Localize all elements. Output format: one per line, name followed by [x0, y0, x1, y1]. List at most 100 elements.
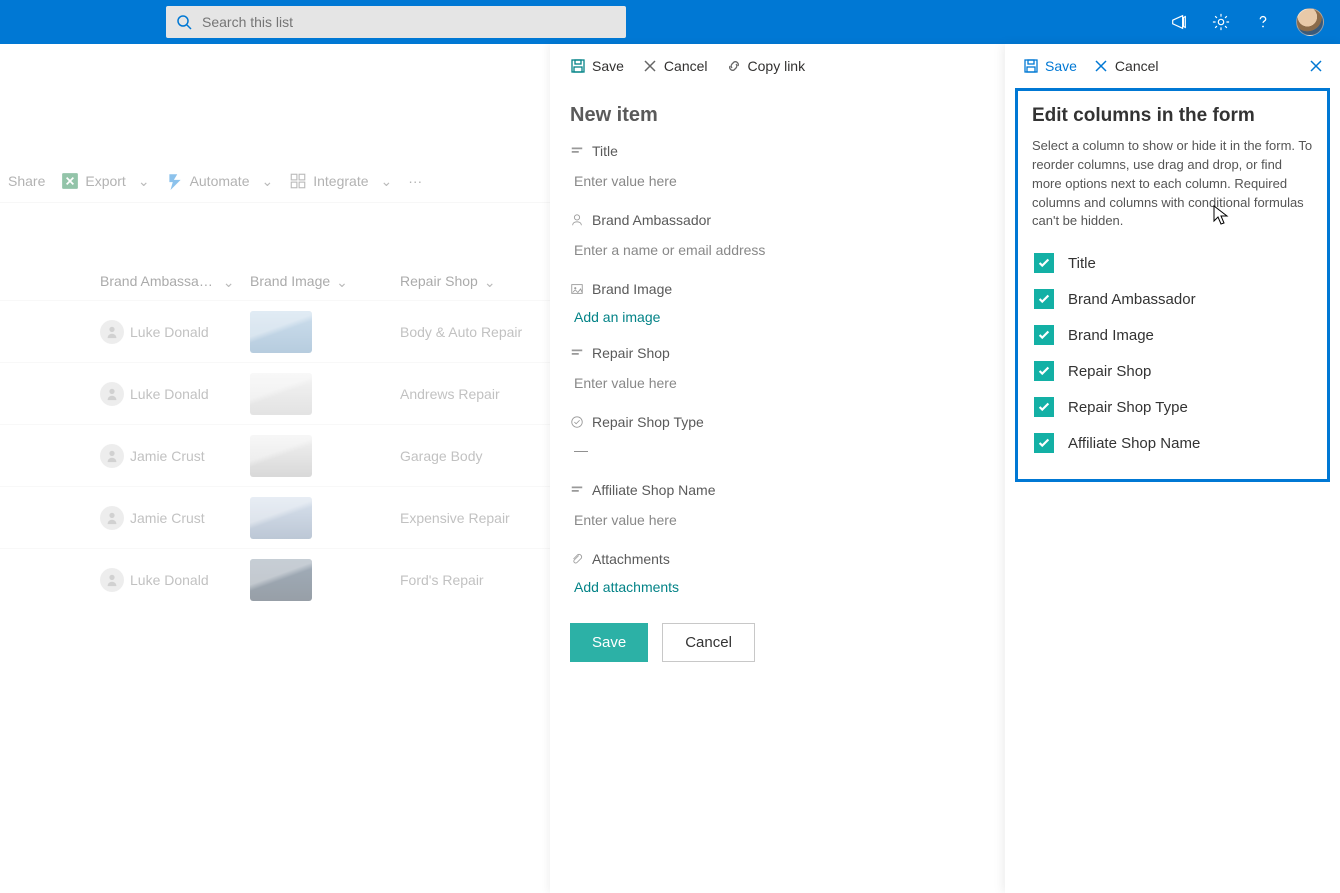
- text-icon: [570, 144, 584, 158]
- cancel-button[interactable]: Cancel: [662, 623, 755, 662]
- thumbnail: [250, 497, 312, 539]
- shop-input[interactable]: Enter value here: [570, 367, 985, 400]
- thumbnail: [250, 373, 312, 415]
- add-attachments-link[interactable]: Add attachments: [570, 573, 985, 601]
- column-name: Title: [1068, 255, 1096, 272]
- persona: Jamie Crust: [100, 506, 250, 530]
- gear-icon[interactable]: [1212, 13, 1230, 31]
- panel-title: New item: [550, 88, 1005, 133]
- column-name: Affiliate Shop Name: [1068, 435, 1200, 452]
- person-icon: [100, 568, 124, 592]
- checkbox-checked-icon[interactable]: [1034, 289, 1054, 309]
- automate-button[interactable]: Automate ⌄: [166, 172, 274, 190]
- edit-cols-heading: Edit columns in the form: [1032, 105, 1313, 127]
- column-name: Brand Image: [1068, 327, 1154, 344]
- avatar[interactable]: [1296, 8, 1324, 36]
- column-checkbox-item[interactable]: Repair Shop: [1032, 353, 1313, 389]
- edit-columns-box: Edit columns in the form Select a column…: [1015, 88, 1330, 482]
- shoptype-label: Repair Shop Type: [570, 414, 985, 430]
- col-header-image[interactable]: Brand Image⌄: [250, 273, 400, 290]
- attachments-label: Attachments: [570, 551, 985, 567]
- column-checkbox-item[interactable]: Brand Image: [1032, 317, 1313, 353]
- close-icon: [642, 58, 658, 74]
- export-button[interactable]: Export ⌄: [61, 172, 149, 190]
- cancel-button[interactable]: Cancel: [1093, 58, 1159, 74]
- megaphone-icon[interactable]: [1170, 13, 1188, 31]
- close-panel-button[interactable]: [1308, 58, 1324, 74]
- ambassador-name: Jamie Crust: [130, 510, 205, 526]
- save-button[interactable]: Save: [1023, 58, 1077, 74]
- column-name: Brand Ambassador: [1068, 291, 1196, 308]
- checkbox-checked-icon[interactable]: [1034, 433, 1054, 453]
- checkbox-checked-icon[interactable]: [1034, 361, 1054, 381]
- title-label: Title: [570, 143, 985, 159]
- persona: Jamie Crust: [100, 444, 250, 468]
- ambassador-name: Luke Donald: [130, 386, 209, 402]
- save-button[interactable]: Save: [570, 623, 648, 662]
- new-item-panel: Save Cancel Copy link New item Title Ent…: [550, 44, 1005, 893]
- persona: Luke Donald: [100, 382, 250, 406]
- text-icon: [570, 483, 584, 497]
- persona: Luke Donald: [100, 568, 250, 592]
- share-button[interactable]: Share: [8, 173, 45, 189]
- ambassador-name: Jamie Crust: [130, 448, 205, 464]
- shop-label: Repair Shop: [570, 345, 985, 361]
- col-header-ambassador[interactable]: Brand Ambassa… ⌄: [100, 273, 250, 290]
- search-input[interactable]: [202, 14, 616, 30]
- column-checkbox-item[interactable]: Repair Shop Type: [1032, 389, 1313, 425]
- column-name: Repair Shop Type: [1068, 399, 1188, 416]
- attachment-icon: [570, 552, 584, 566]
- column-checkbox-item[interactable]: Affiliate Shop Name: [1032, 425, 1313, 461]
- column-name: Repair Shop: [1068, 363, 1151, 380]
- column-checkbox-item[interactable]: Brand Ambassador: [1032, 281, 1313, 317]
- edit-cols-cmdbar: Save Cancel: [1005, 44, 1340, 88]
- chevron-down-icon: ⌄: [336, 274, 348, 291]
- more-button[interactable]: ···: [408, 173, 422, 189]
- thumbnail: [250, 311, 312, 353]
- topbar-right: [1170, 8, 1324, 36]
- top-bar: [0, 0, 1340, 44]
- save-icon: [570, 58, 586, 74]
- chevron-down-icon: ⌄: [381, 173, 393, 190]
- save-button[interactable]: Save: [570, 58, 624, 74]
- chevron-down-icon: ⌄: [223, 274, 235, 291]
- search-box[interactable]: [166, 6, 626, 38]
- person-icon: [100, 506, 124, 530]
- chevron-down-icon: ⌄: [138, 173, 150, 190]
- person-icon: [570, 213, 584, 227]
- chevron-down-icon: ⌄: [262, 173, 274, 190]
- ambassador-input[interactable]: Enter a name or email address: [570, 234, 985, 267]
- close-icon: [1308, 58, 1324, 74]
- thumbnail: [250, 435, 312, 477]
- image-icon: [570, 282, 584, 296]
- ambassador-label: Brand Ambassador: [570, 212, 985, 228]
- ambassador-name: Luke Donald: [130, 324, 209, 340]
- chevron-down-icon: ⌄: [484, 274, 496, 291]
- text-icon: [570, 346, 584, 360]
- thumbnail: [250, 559, 312, 601]
- edit-cols-description: Select a column to show or hide it in th…: [1032, 137, 1313, 231]
- ambassador-name: Luke Donald: [130, 572, 209, 588]
- link-icon: [726, 58, 742, 74]
- new-item-cmdbar: Save Cancel Copy link: [550, 44, 1005, 88]
- person-icon: [100, 320, 124, 344]
- cancel-button[interactable]: Cancel: [642, 58, 708, 74]
- affiliate-input[interactable]: Enter value here: [570, 504, 985, 537]
- affiliate-label: Affiliate Shop Name: [570, 482, 985, 498]
- choice-icon: [570, 415, 584, 429]
- integrate-button[interactable]: Integrate ⌄: [289, 172, 392, 190]
- help-icon[interactable]: [1254, 13, 1272, 31]
- title-input[interactable]: Enter value here: [570, 165, 985, 198]
- shoptype-input[interactable]: —: [570, 436, 985, 468]
- copy-link-button[interactable]: Copy link: [726, 58, 806, 74]
- column-checkbox-item[interactable]: Title: [1032, 245, 1313, 281]
- save-icon: [1023, 58, 1039, 74]
- image-label: Brand Image: [570, 281, 985, 297]
- checkbox-checked-icon[interactable]: [1034, 397, 1054, 417]
- persona: Luke Donald: [100, 320, 250, 344]
- search-icon: [176, 14, 192, 30]
- person-icon: [100, 382, 124, 406]
- checkbox-checked-icon[interactable]: [1034, 325, 1054, 345]
- add-image-link[interactable]: Add an image: [570, 303, 985, 331]
- checkbox-checked-icon[interactable]: [1034, 253, 1054, 273]
